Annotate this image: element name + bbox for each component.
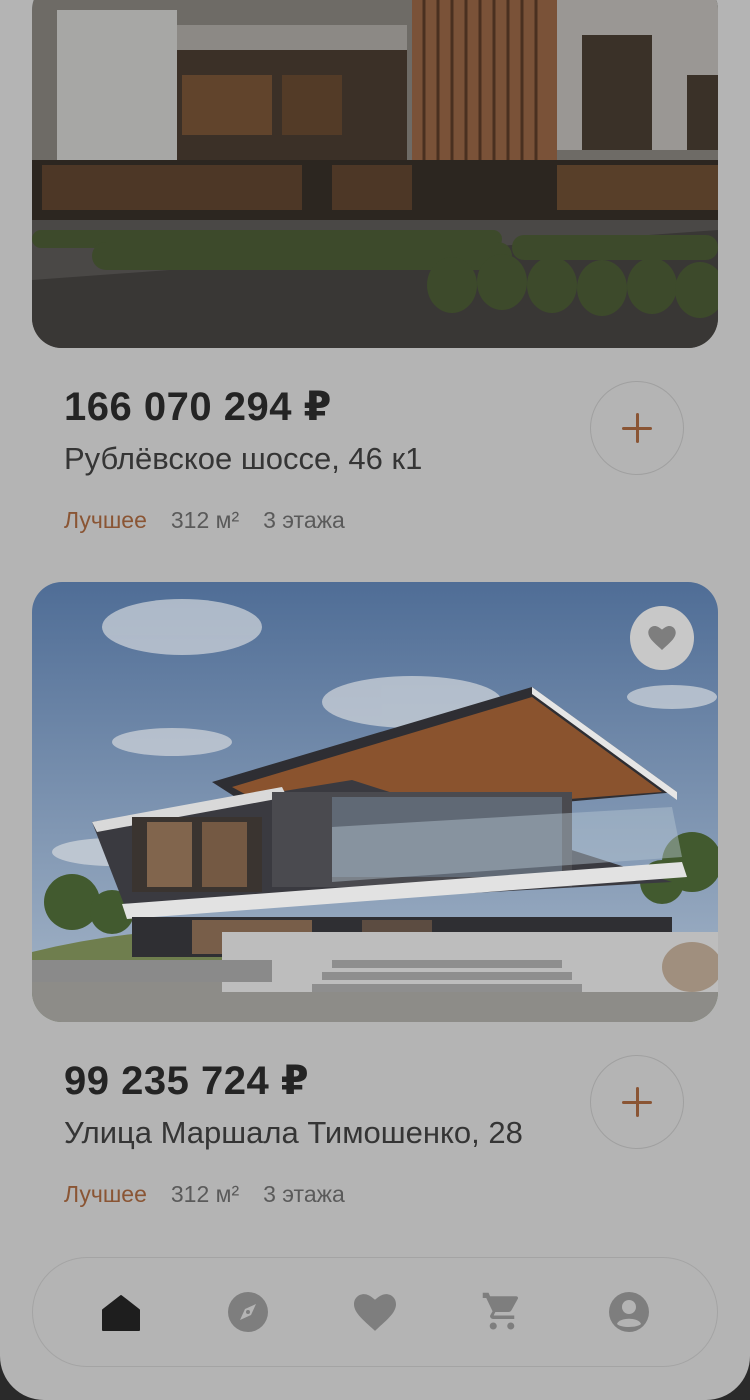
listing-meta: Лучшее 312 м² 3 этажа <box>64 507 345 534</box>
listings-screen: 166 070 294 ₽ Рублёвское шоссе, 46 к1 Лу… <box>0 0 750 1400</box>
listing-tag: Лучшее <box>64 1181 147 1207</box>
nav-favorites[interactable] <box>345 1282 405 1342</box>
listing-floors: 3 этажа <box>263 507 345 533</box>
listing-tag: Лучшее <box>64 507 147 533</box>
home-icon <box>101 1295 140 1331</box>
profile-icon <box>609 1292 650 1332</box>
listing-address: Рублёвское шоссе, 46 к1 <box>64 441 423 476</box>
plus-icon <box>622 1087 652 1117</box>
plus-icon <box>622 413 652 443</box>
nav-explore[interactable] <box>218 1282 278 1342</box>
compass-icon <box>227 1292 268 1332</box>
listing-price: 166 070 294 ₽ <box>64 385 332 429</box>
listing-image[interactable] <box>32 0 718 348</box>
listing-area: 312 м² <box>170 507 240 533</box>
favorite-button[interactable] <box>630 606 694 670</box>
listing-price: 99 235 724 ₽ <box>64 1059 310 1103</box>
nav-home[interactable] <box>91 1282 151 1342</box>
add-to-cart-button[interactable] <box>590 381 684 475</box>
listing-floors: 3 этажа <box>263 1181 345 1207</box>
cart-icon <box>482 1292 519 1330</box>
nav-profile[interactable] <box>599 1282 659 1342</box>
house-photo <box>32 582 718 1022</box>
listing-address: Улица Маршала Тимошенко, 28 <box>64 1115 523 1150</box>
bottom-nav <box>32 1257 718 1367</box>
listing-meta: Лучшее 312 м² 3 этажа <box>64 1181 345 1208</box>
heart-icon <box>353 1293 396 1331</box>
house-photo <box>32 0 718 348</box>
add-to-cart-button[interactable] <box>590 1055 684 1149</box>
heart-icon <box>648 626 676 650</box>
listing-image[interactable] <box>32 582 718 1022</box>
nav-cart[interactable] <box>472 1282 532 1342</box>
listing-area: 312 м² <box>170 1181 240 1207</box>
